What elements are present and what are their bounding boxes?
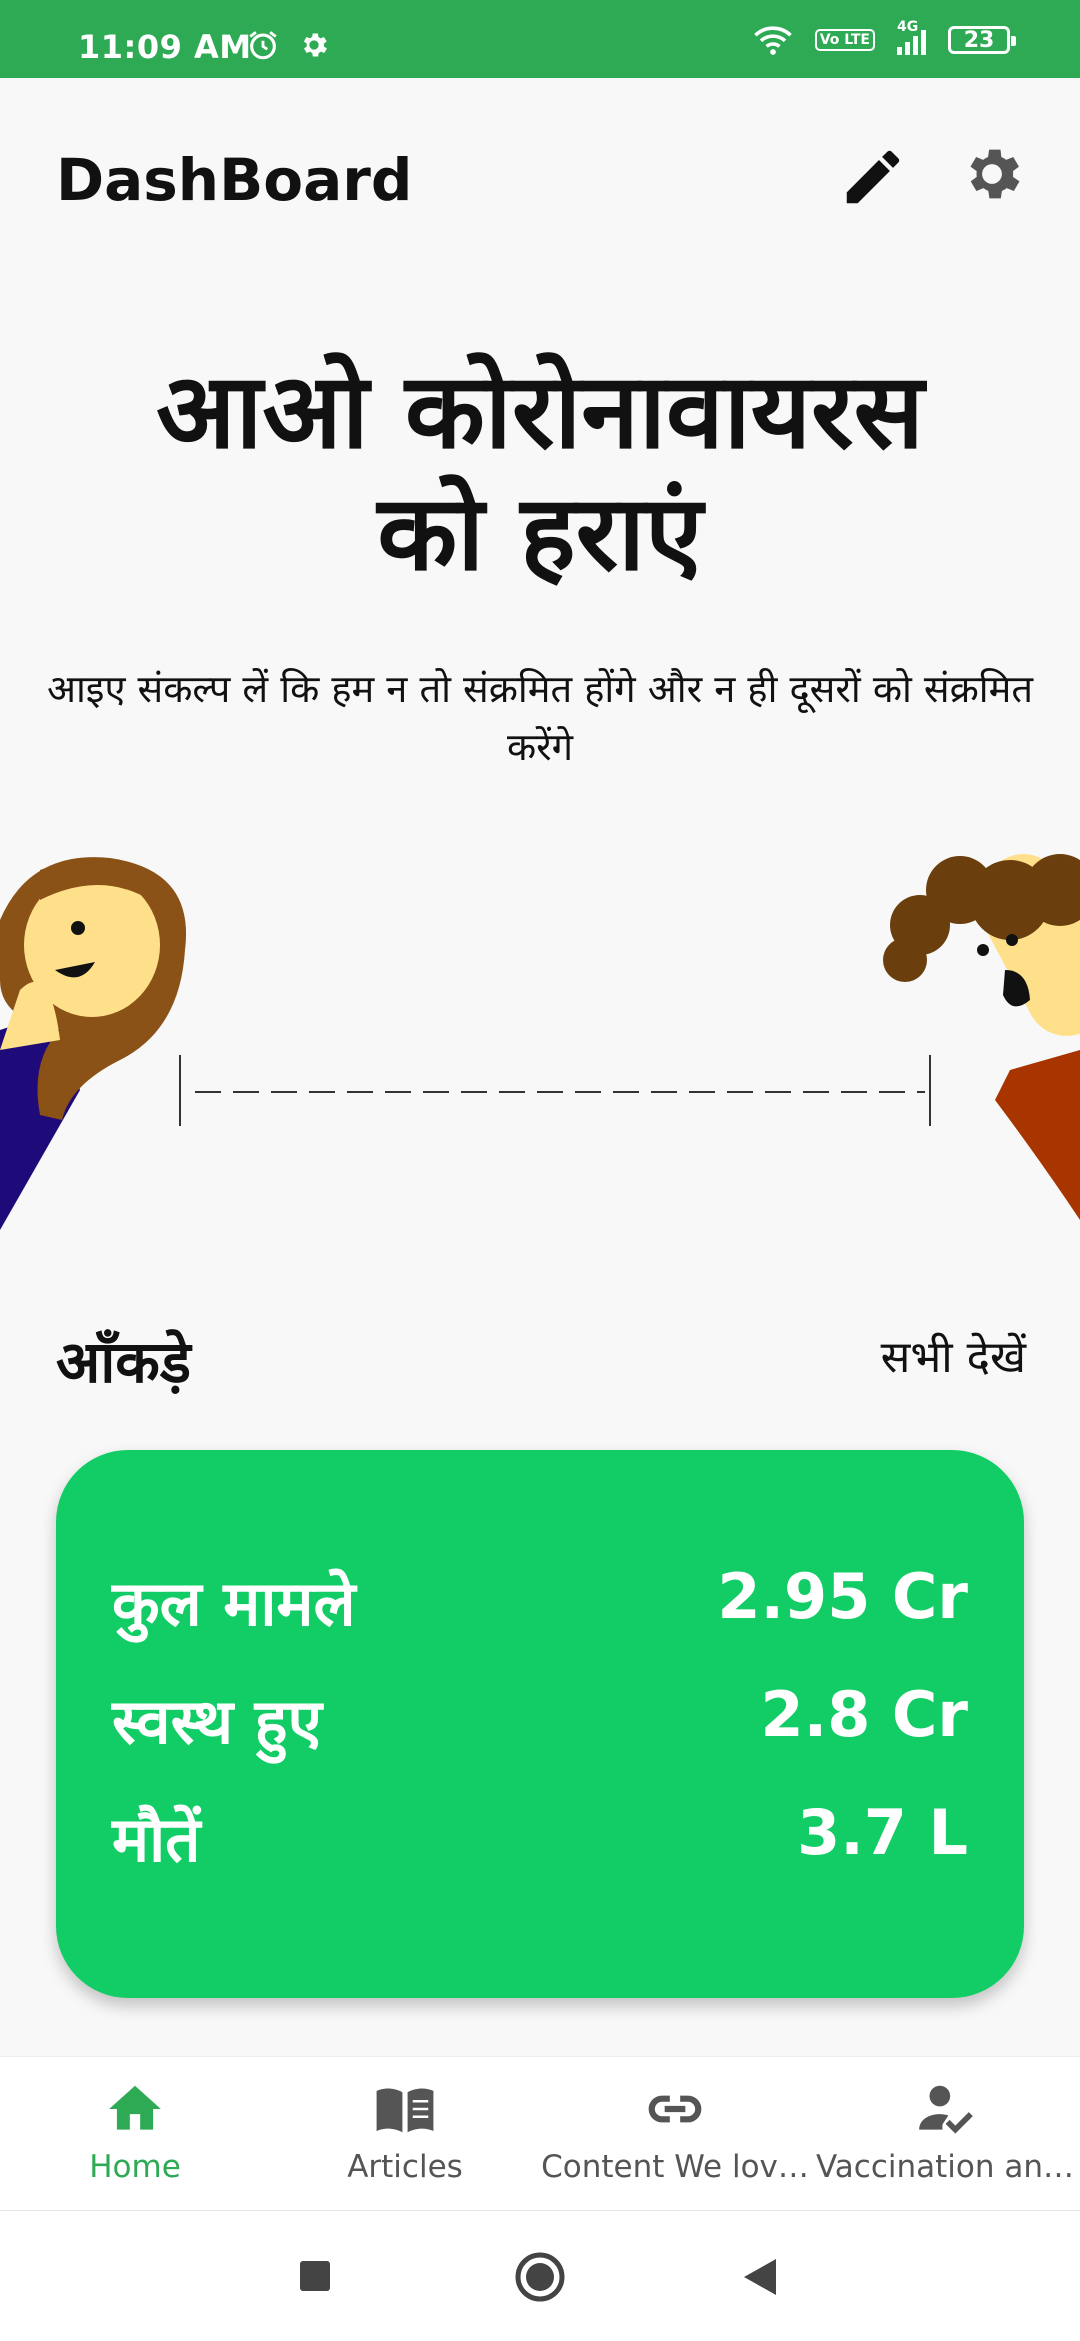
page-title: DashBoard xyxy=(56,146,413,214)
nav-label: Articles xyxy=(347,2149,463,2185)
status-bar: 11:09 AM Vo LTE 4G 23 xyxy=(0,0,1080,78)
stats-card[interactable]: कुल मामले 2.95 Cr स्वस्थ हुए 2.8 Cr मौते… xyxy=(56,1450,1024,1998)
hero-heading: आओ कोरोनावायरस को हराएं xyxy=(40,350,1040,594)
stat-label: कुल मामले xyxy=(112,1567,356,1640)
hero-line-1: आओ कोरोनावायरस xyxy=(156,350,924,472)
nav-label: Vaccination an… xyxy=(815,2149,1075,2185)
stat-value: 3.7 L xyxy=(797,1796,968,1869)
book-icon xyxy=(376,2088,434,2133)
battery-icon: 23 xyxy=(948,26,1016,54)
app-header: DashBoard xyxy=(0,78,1080,278)
stat-value: 2.95 Cr xyxy=(717,1560,968,1633)
person-check-icon xyxy=(919,2085,973,2134)
stat-row-deaths: मौतें 3.7 L xyxy=(112,1796,968,1880)
stat-row-total: कुल मामले 2.95 Cr xyxy=(112,1560,968,1644)
stat-label: मौतें xyxy=(112,1803,201,1876)
nav-label: Home xyxy=(89,2149,181,2185)
stats-section-title: आँकड़े xyxy=(56,1328,191,1396)
edit-button[interactable] xyxy=(838,142,908,212)
hero-subtitle: आइए संकल्प लें कि हम न तो संक्रमित होंगे… xyxy=(46,667,1034,769)
status-time: 11:09 AM xyxy=(78,28,252,66)
see-all-link[interactable]: सभी देखें xyxy=(881,1325,1026,1385)
system-navigation-bar xyxy=(0,2210,1080,2341)
nav-item-articles[interactable]: Articles xyxy=(270,2079,540,2185)
bottom-navigation: Home Articles Content We lov… Vaccinatio… xyxy=(0,2056,1080,2211)
alarm-icon xyxy=(249,31,277,60)
home-icon xyxy=(109,2085,161,2130)
stat-row-recovered: स्वस्थ हुए 2.8 Cr xyxy=(112,1678,968,1762)
back-button[interactable] xyxy=(742,2257,778,2297)
gear-icon xyxy=(970,149,1020,199)
recents-button[interactable] xyxy=(298,2259,332,2293)
nav-item-home[interactable]: Home xyxy=(0,2079,270,2185)
nav-label: Content We lov… xyxy=(541,2149,809,2185)
network-type: 4G xyxy=(897,19,919,35)
pencil-icon xyxy=(846,150,900,204)
wifi-icon xyxy=(753,26,792,55)
nav-item-vaccination[interactable]: Vaccination an… xyxy=(810,2079,1080,2185)
nav-item-content[interactable]: Content We lov… xyxy=(540,2079,810,2185)
home-button[interactable] xyxy=(514,2251,566,2303)
battery-level: 23 xyxy=(963,27,995,53)
signal-icon: 4G xyxy=(897,19,926,55)
settings-button[interactable] xyxy=(958,140,1028,210)
social-distancing-illustration xyxy=(0,854,1080,1230)
stat-label: स्वस्थ हुए xyxy=(112,1685,322,1758)
settings-status-icon xyxy=(303,33,327,57)
stat-value: 2.8 Cr xyxy=(760,1678,969,1751)
hero-line-2: को हराएं xyxy=(377,472,703,594)
volte-icon: Vo LTE xyxy=(814,29,875,51)
link-icon xyxy=(648,2095,702,2123)
